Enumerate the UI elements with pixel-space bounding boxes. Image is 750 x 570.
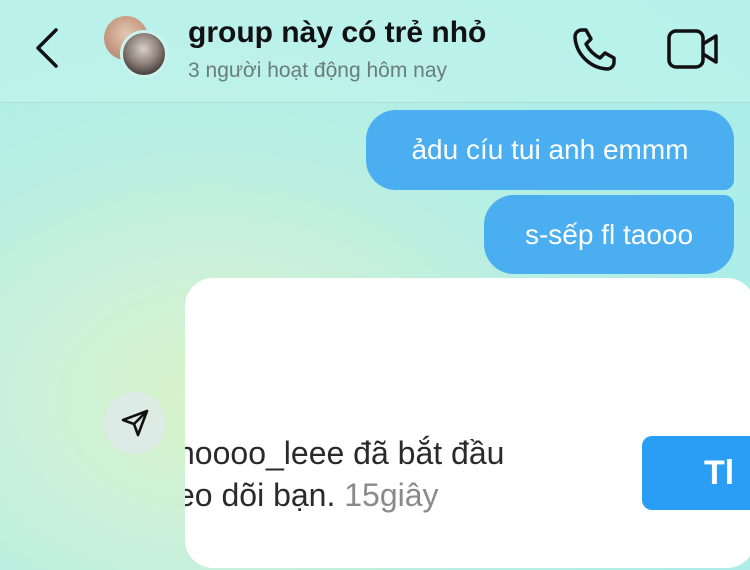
notification-text: đã bắt đầu — [344, 435, 505, 471]
chat-title[interactable]: group này có trẻ nhỏ — [188, 16, 486, 50]
notification-time: 15giây — [344, 477, 439, 513]
activity-status: 3 người hoạt động hôm nay — [188, 59, 448, 82]
share-button[interactable] — [104, 392, 166, 454]
follow-back-button[interactable]: Tl — [642, 436, 750, 510]
message-bubble[interactable]: ảdu cíu tui anh emmm — [366, 110, 734, 190]
video-camera-icon — [667, 29, 718, 69]
shared-post-card[interactable]: noooo_leee đã bắt đầu eo dõi bạn. 15giây… — [185, 278, 750, 568]
follow-notification: noooo_leee đã bắt đầu eo dõi bạn. 15giây — [185, 432, 504, 516]
phone-icon — [573, 28, 616, 71]
message-bubble[interactable]: s-sếp fl taooo — [484, 195, 734, 274]
chevron-left-icon — [36, 28, 58, 68]
call-button[interactable] — [570, 24, 620, 74]
chat-header: group này có trẻ nhỏ 3 người hoạt động h… — [0, 0, 750, 103]
notification-username: noooo_leee — [185, 435, 345, 471]
group-avatar[interactable] — [104, 16, 174, 80]
video-call-button[interactable] — [666, 26, 720, 72]
notification-text: eo dõi bạn. — [185, 477, 345, 513]
notification-line-1: noooo_leee đã bắt đầu — [185, 432, 504, 474]
notification-line-2: eo dõi bạn. 15giây — [185, 474, 504, 516]
back-button[interactable] — [28, 24, 68, 72]
send-icon — [121, 409, 149, 437]
avatar — [120, 30, 168, 78]
